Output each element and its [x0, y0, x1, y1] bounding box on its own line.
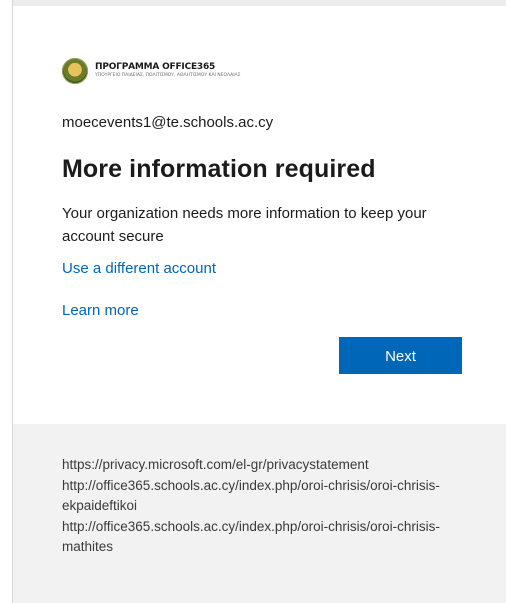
logo-title: ΠΡΟΓΡΑΜΜΑ OFFICE365	[95, 62, 216, 73]
account-email: moecevents1@te.schools.ac.cy	[62, 114, 274, 131]
page-title: More information required	[62, 155, 376, 183]
signin-window: ΠΡΟΓΡΑΜΜΑ OFFICE365 ΥΠΟΥΡΓΕΙΟ ΠΑΙΔΕΙΑΣ, …	[12, 0, 506, 603]
terms-teachers-link[interactable]: http://office365.schools.ac.cy/index.php…	[62, 476, 482, 517]
use-different-account-link[interactable]: Use a different account	[62, 260, 216, 277]
footer-links: https://privacy.microsoft.com/el-gr/priv…	[62, 455, 482, 558]
description-text: Your organization needs more information…	[62, 205, 427, 245]
privacy-statement-link[interactable]: https://privacy.microsoft.com/el-gr/priv…	[62, 455, 482, 476]
organization-logo: ΠΡΟΓΡΑΜΜΑ OFFICE365 ΥΠΟΥΡΓΕΙΟ ΠΑΙΔΕΙΑΣ, …	[62, 58, 240, 84]
coat-of-arms-icon	[62, 58, 88, 84]
logo-subtitle: ΥΠΟΥΡΓΕΙΟ ΠΑΙΔΕΙΑΣ, ΠΟΛΙΤΙΣΜΟΥ, ΑΘΛΗΤΙΣΜ…	[95, 73, 241, 79]
signin-card: ΠΡΟΓΡΑΜΜΑ OFFICE365 ΥΠΟΥΡΓΕΙΟ ΠΑΙΔΕΙΑΣ, …	[13, 6, 506, 424]
next-button[interactable]: Next	[339, 337, 462, 374]
footer: https://privacy.microsoft.com/el-gr/priv…	[13, 424, 506, 603]
terms-students-link[interactable]: http://office365.schools.ac.cy/index.php…	[62, 517, 482, 558]
learn-more-link[interactable]: Learn more	[62, 302, 139, 319]
